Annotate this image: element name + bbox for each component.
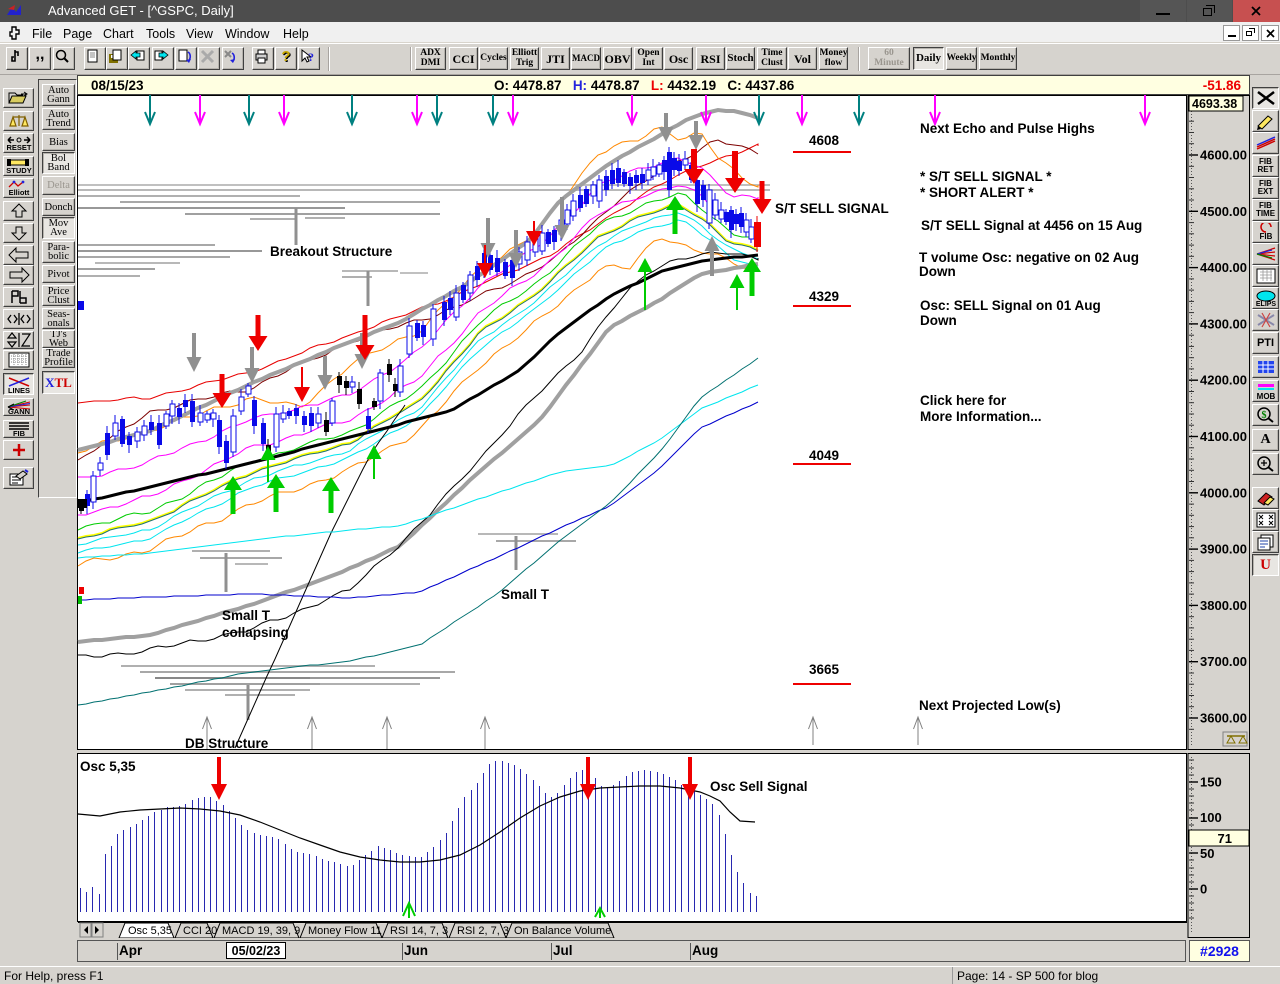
svg-text:RSI 14, 7, 3: RSI 14, 7, 3 [390, 925, 448, 937]
svg-text:4100.00: 4100.00 [1200, 429, 1247, 444]
svg-text:DB Structure: DB Structure [185, 736, 269, 751]
svg-text:3600.00: 3600.00 [1200, 711, 1247, 726]
svg-text:MACD 19, 39, 9: MACD 19, 39, 9 [222, 925, 300, 937]
svg-text:4608: 4608 [809, 133, 840, 148]
svg-text:Small T: Small T [222, 608, 271, 623]
svg-text:50: 50 [1200, 846, 1214, 861]
svg-text:71: 71 [1218, 831, 1232, 846]
svg-text:0: 0 [1200, 882, 1207, 897]
svg-text:3700.00: 3700.00 [1200, 654, 1247, 669]
svg-text:Osc 5,35: Osc 5,35 [128, 925, 172, 937]
svg-text:3665: 3665 [809, 662, 840, 677]
svg-text:T volume Osc: negative on 02 A: T volume Osc: negative on 02 Aug [919, 250, 1139, 265]
svg-text:On Balance Volume: On Balance Volume [514, 925, 611, 937]
svg-text:Osc: SELL Signal on 01 Aug: Osc: SELL Signal on 01 Aug [920, 298, 1101, 313]
svg-text:4693.38: 4693.38 [1192, 97, 1237, 111]
svg-text:collapsing: collapsing [222, 625, 289, 640]
svg-text:RSI 2, 7, 3: RSI 2, 7, 3 [457, 925, 509, 937]
svg-text:ELIPS: ELIPS [1255, 301, 1276, 307]
svg-text:* S/T SELL SIGNAL *: * S/T SELL SIGNAL * [920, 169, 1052, 184]
svg-text:S/T SELL SIGNAL: S/T SELL SIGNAL [775, 201, 889, 216]
svg-text:3900.00: 3900.00 [1200, 542, 1247, 557]
svg-text:More Information...: More Information... [920, 409, 1042, 424]
svg-text:Down: Down [919, 264, 956, 279]
svg-text:4049: 4049 [809, 448, 839, 463]
svg-text:Breakout Structure: Breakout Structure [270, 244, 393, 259]
svg-text:Osc Sell Signal: Osc Sell Signal [710, 779, 808, 794]
svg-text:4329: 4329 [809, 289, 839, 304]
svg-text:GANN: GANN [7, 407, 29, 415]
svg-text:100: 100 [1200, 810, 1222, 825]
svg-text:Next Projected Low(s): Next Projected Low(s) [919, 698, 1061, 713]
svg-text:S/T SELL Signal at 4456 on 15: S/T SELL Signal at 4456 on 15 Aug [921, 218, 1142, 233]
svg-text:3800.00: 3800.00 [1200, 598, 1247, 613]
svg-text:150: 150 [1200, 774, 1222, 789]
svg-text:* SHORT ALERT *: * SHORT ALERT * [920, 185, 1034, 200]
svg-text:4300.00: 4300.00 [1200, 316, 1247, 331]
svg-text:FIB: FIB [12, 429, 25, 437]
svg-text:4600.00: 4600.00 [1200, 148, 1247, 163]
svg-text:Small T: Small T [501, 587, 550, 602]
svg-text:Money Flow 11: Money Flow 11 [308, 925, 382, 937]
svg-text:FIB: FIB [1259, 232, 1272, 241]
svg-text:CCI 20: CCI 20 [183, 925, 217, 937]
svg-text:STUDY: STUDY [6, 166, 31, 175]
svg-text:MOB: MOB [1256, 392, 1275, 400]
svg-text:4400.00: 4400.00 [1200, 260, 1247, 275]
svg-text:$: $ [1261, 410, 1266, 421]
svg-text:?: ? [308, 50, 314, 64]
svg-text:RESET: RESET [6, 143, 31, 152]
svg-text:Elliott: Elliott [8, 188, 29, 197]
svg-text:Next Echo and Pulse Highs: Next Echo and Pulse Highs [920, 121, 1095, 136]
svg-text:Osc 5,35: Osc 5,35 [80, 759, 136, 774]
svg-text:Click here for: Click here for [920, 393, 1007, 408]
svg-text:4500.00: 4500.00 [1200, 204, 1247, 219]
svg-text:LINES: LINES [7, 386, 29, 394]
svg-text:4000.00: 4000.00 [1200, 485, 1247, 500]
svg-text:4200.00: 4200.00 [1200, 373, 1247, 388]
svg-text:Down: Down [920, 313, 957, 328]
